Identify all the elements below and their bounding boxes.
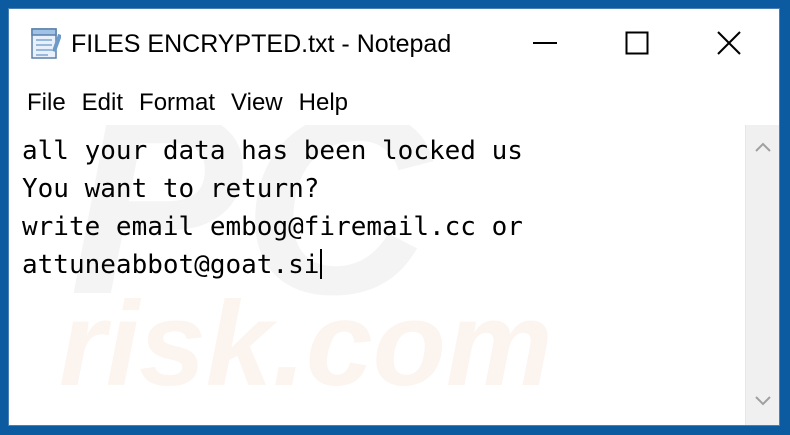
text-caret xyxy=(320,249,323,279)
menu-help[interactable]: Help xyxy=(293,88,354,118)
close-icon xyxy=(717,30,741,60)
minimize-icon xyxy=(533,31,557,60)
editor-line: attuneabbot@goat.si xyxy=(22,246,323,284)
editor-line: all your data has been locked us xyxy=(22,136,523,166)
editor-line: write email embog@firemail.cc or xyxy=(22,212,523,242)
vertical-scrollbar[interactable] xyxy=(745,125,779,425)
scroll-down-button[interactable] xyxy=(746,385,779,419)
minimize-button[interactable] xyxy=(499,9,591,81)
menu-bar: File Edit Format View Help xyxy=(9,81,779,125)
watermark-logo-bottom: risk.com xyxy=(59,277,553,411)
menu-edit[interactable]: Edit xyxy=(76,88,129,118)
menu-file[interactable]: File xyxy=(21,88,72,118)
close-button[interactable] xyxy=(683,9,775,81)
scroll-up-button[interactable] xyxy=(746,131,779,165)
editor-line: You want to return? xyxy=(22,174,320,204)
window-title: FILES ENCRYPTED.txt - Notepad xyxy=(71,30,452,58)
chevron-down-icon xyxy=(755,393,771,411)
menu-view[interactable]: View xyxy=(225,88,289,118)
menu-format[interactable]: Format xyxy=(133,88,221,118)
maximize-icon xyxy=(625,31,649,60)
chevron-up-icon xyxy=(755,139,771,157)
notepad-icon xyxy=(29,26,62,60)
notepad-window: FILES ENCRYPTED.txt - Notepad File Edit … xyxy=(8,8,780,426)
text-editor[interactable]: PC risk.com all your data has been locke… xyxy=(9,125,745,425)
title-bar[interactable]: FILES ENCRYPTED.txt - Notepad xyxy=(9,9,779,81)
maximize-button[interactable] xyxy=(591,9,683,81)
